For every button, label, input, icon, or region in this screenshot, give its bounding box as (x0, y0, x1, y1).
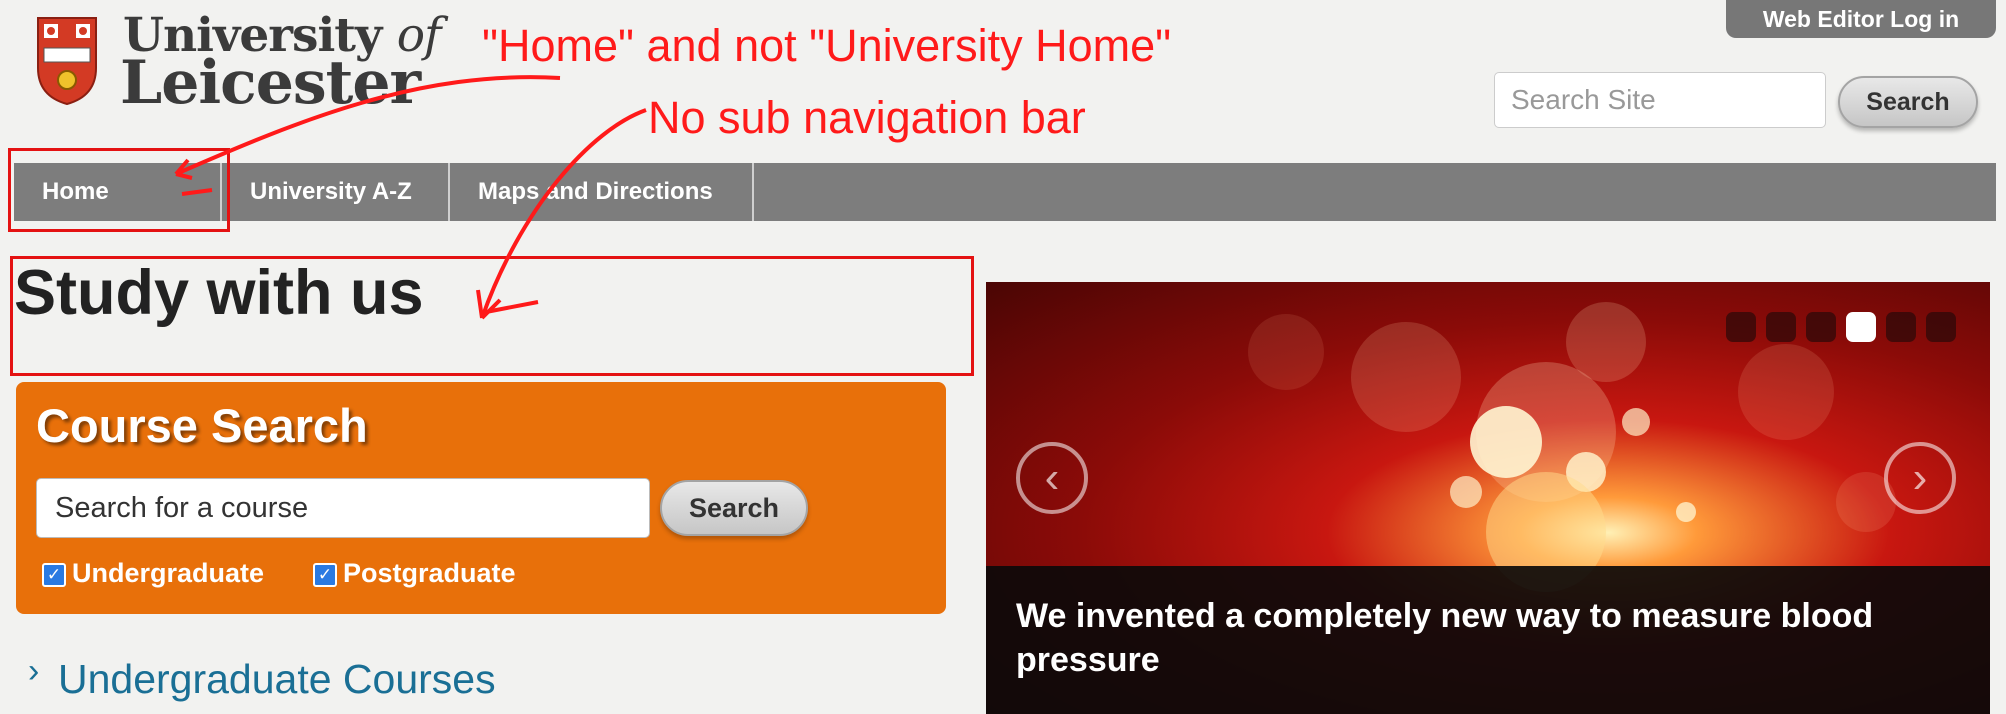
annotation-arrows (174, 75, 647, 320)
